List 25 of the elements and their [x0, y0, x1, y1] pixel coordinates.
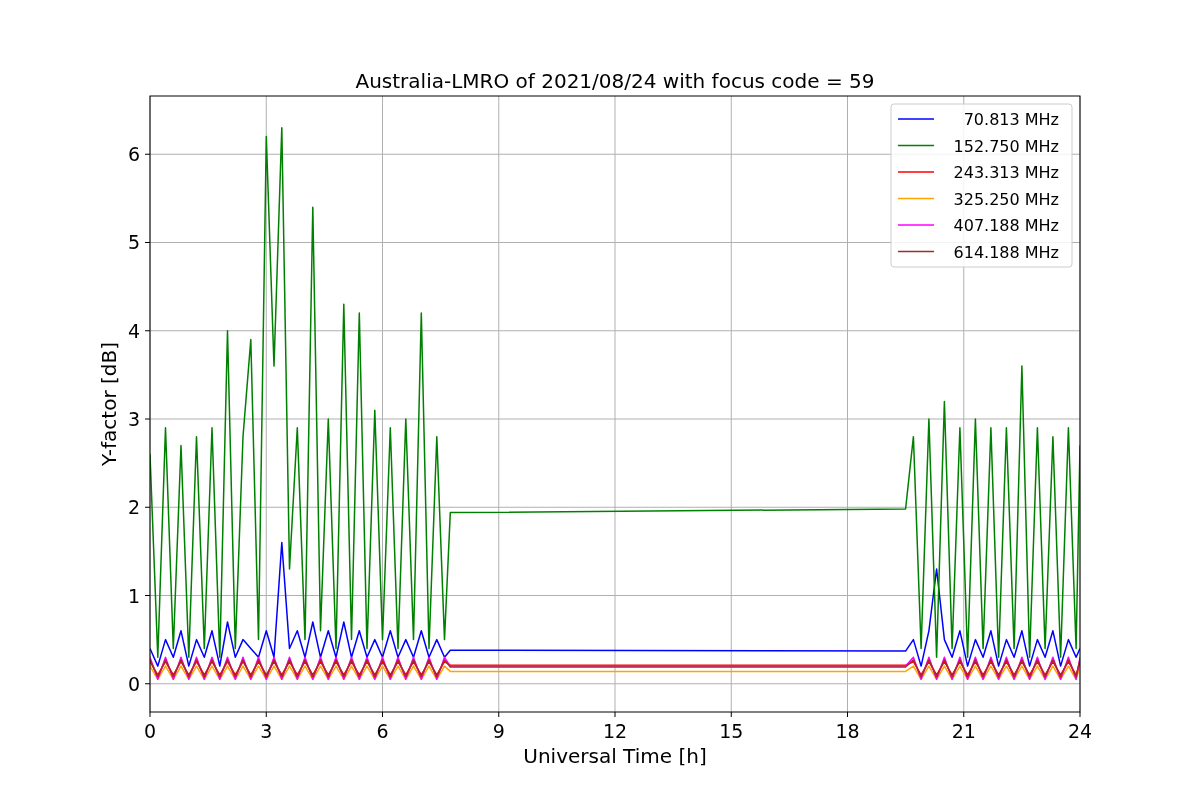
legend-label: 407.188 MHz [953, 216, 1059, 235]
x-tick-label: 3 [260, 720, 273, 742]
x-tick-label: 9 [492, 720, 505, 742]
x-tick-label: 18 [835, 720, 860, 742]
x-tick-label: 24 [1067, 720, 1093, 742]
x-axis-label: Universal Time [h] [523, 744, 707, 768]
legend-label: 152.750 MHz [953, 136, 1059, 156]
y-tick-label: 2 [127, 496, 140, 519]
y-tick-label: 6 [127, 143, 140, 166]
y-axis-label: Y-factor [dB] [97, 342, 121, 466]
plot-title: Australia-LMRO of 2021/08/24 with focus code = 59 [355, 69, 875, 93]
legend-label: 243.313 MHz [953, 163, 1059, 182]
legend-label: 614.188 MHz [953, 242, 1059, 262]
y-tick-label: 1 [127, 584, 140, 607]
x-tick-label: 0 [143, 720, 157, 742]
y-tick-label: 3 [127, 408, 140, 430]
x-tick-label: 15 [719, 720, 744, 742]
x-tick-label: 6 [376, 720, 389, 742]
x-tick-label: 12 [602, 720, 628, 742]
y-tick-label: 0 [127, 672, 140, 695]
y-tick-label: 4 [127, 319, 140, 342]
y-tick-label: 5 [127, 231, 140, 254]
legend-label: 70.813 MHz [963, 110, 1059, 129]
legend-label: 325.250 MHz [953, 189, 1059, 209]
x-tick-label: 21 [951, 720, 976, 742]
